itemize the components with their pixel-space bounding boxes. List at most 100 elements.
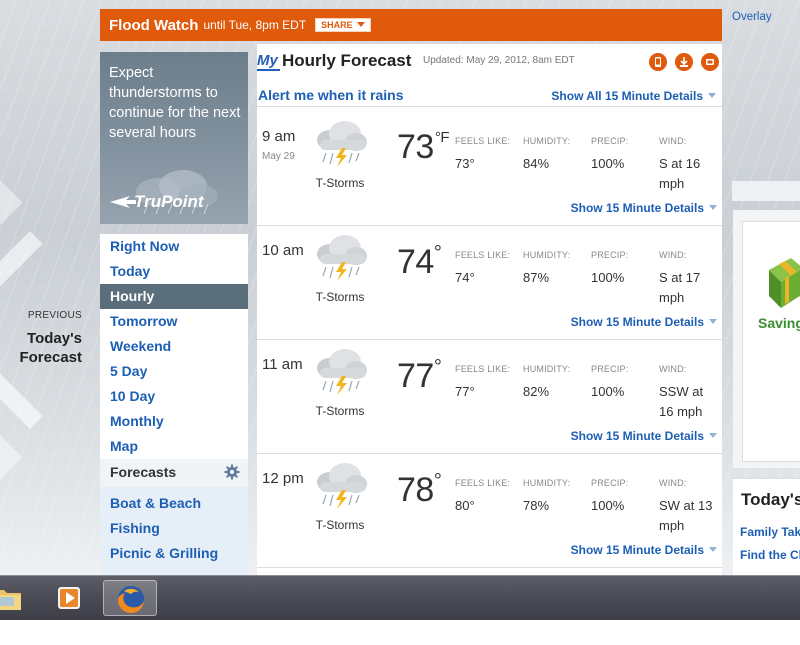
forecast-time: 10 am	[262, 242, 304, 259]
humidity-label: HUMIDITY:	[523, 250, 571, 260]
updated-timestamp: Updated: May 29, 2012, 8am EDT	[423, 55, 575, 66]
humidity-label: HUMIDITY:	[523, 478, 571, 488]
promo-text: Expect thunderstorms to continue for the…	[109, 65, 241, 141]
forecast-time: 12 pm	[262, 470, 304, 487]
wind-label: WIND:	[659, 478, 687, 488]
wind-column: WIND: S at 17 mph	[659, 250, 700, 308]
overlay-link[interactable]: Overlay	[732, 11, 772, 23]
taskbar-firefox-button[interactable]	[103, 580, 157, 616]
feels-like-value: 80°	[455, 496, 510, 516]
alert-me-when-rains-link[interactable]: Alert me when it rains	[258, 87, 403, 103]
advertisement[interactable]: Saving	[733, 210, 800, 468]
forecast-link-picnic-grilling[interactable]: Picnic & Grilling	[100, 541, 248, 566]
show-15-minute-details-link[interactable]: Show 15 Minute Details	[571, 429, 717, 443]
gear-icon[interactable]	[224, 464, 240, 480]
download-icon[interactable]	[675, 53, 693, 71]
feels-like-label: FEELS LIKE:	[455, 136, 511, 146]
show-details-label: Show 15 Minute Details	[570, 315, 704, 329]
humidity-value-line: 78%	[523, 498, 550, 513]
show-15-minute-details-link[interactable]: Show 15 Minute Details	[571, 315, 717, 329]
temperature-degree: °	[433, 356, 442, 378]
flood-watch-banner[interactable]: Flood Watch until Tue, 8pm EDT SHARE	[100, 9, 722, 41]
nav-item-10-day[interactable]: 10 Day	[100, 384, 248, 409]
panel-header: My Hourly Forecast Updated: May 29, 2012…	[257, 50, 722, 76]
mobile-icon[interactable]	[649, 53, 667, 71]
temperature-value: 73	[397, 128, 434, 166]
wind-value: SW at 13 mph	[659, 496, 712, 536]
todays-picks-panel: Today's Family Take Find the Ch	[733, 478, 800, 575]
nav-item-map[interactable]: Map	[100, 434, 248, 459]
nav-item-weekend[interactable]: Weekend	[100, 334, 248, 359]
print-icon[interactable]	[701, 53, 719, 71]
feels-like-column: FEELS LIKE: 73°	[455, 136, 510, 174]
humidity-column: HUMIDITY: 78%	[523, 478, 570, 516]
feels-like-value-line: 77°	[455, 384, 475, 399]
nav-item-right-now[interactable]: Right Now	[100, 234, 248, 259]
nav-item-tomorrow[interactable]: Tomorrow	[100, 309, 248, 334]
share-label: SHARE	[321, 20, 353, 30]
forecast-row: 9 am May 29 T-Storms 73°F FEELS LIKE: 73° HUMI…	[257, 112, 722, 226]
wind-value: SSW at 16 mph	[659, 382, 703, 422]
nav-item-5-day[interactable]: 5 Day	[100, 359, 248, 384]
show-details-label: Show 15 Minute Details	[570, 429, 704, 443]
precip-label: PRECIP:	[591, 136, 629, 146]
humidity-value-line: 84%	[523, 156, 550, 171]
trupoint-brand: TruPoint	[134, 192, 204, 211]
today-link-find[interactable]: Find the Ch	[740, 548, 800, 562]
thunderstorm-icon	[317, 235, 367, 281]
feels-like-value: 74°	[455, 268, 510, 288]
wind-label: WIND:	[659, 250, 687, 260]
left-nav: Right Now Today Hourly Tomorrow Weekend …	[100, 234, 248, 575]
temperature-value: 74	[397, 243, 434, 281]
precip-column: PRECIP: 100%	[591, 364, 628, 402]
precip-value-line: 100%	[591, 270, 625, 285]
forecast-condition: T-Storms	[315, 518, 365, 532]
nav-item-today[interactable]: Today	[100, 259, 248, 284]
share-button[interactable]: SHARE	[315, 18, 371, 32]
humidity-label: HUMIDITY:	[523, 136, 571, 146]
humidity-value: 84%	[523, 154, 570, 174]
download-glyph-icon	[680, 57, 688, 67]
feels-like-value-line: 74°	[455, 270, 475, 285]
show-15-minute-details-link[interactable]: Show 15 Minute Details	[571, 201, 717, 215]
humidity-value: 78%	[523, 496, 570, 516]
wind-label: WIND:	[659, 364, 687, 374]
wind-value-line: mph	[659, 176, 685, 191]
temperature-degree: °	[433, 470, 442, 492]
precip-label: PRECIP:	[591, 250, 629, 260]
chevron-down-icon	[709, 433, 717, 438]
chevron-down-icon	[709, 205, 717, 210]
precip-label: PRECIP:	[591, 364, 629, 374]
wind-value-line: mph	[659, 518, 685, 533]
precip-column: PRECIP: 100%	[591, 478, 628, 516]
taskbar-folder-button[interactable]	[0, 580, 40, 616]
show-all-15-minute-details-link[interactable]: Show All 15 Minute Details	[551, 89, 716, 103]
feels-like-label: FEELS LIKE:	[455, 364, 511, 374]
hourly-forecast-panel: My Hourly Forecast Updated: May 29, 2012…	[257, 44, 722, 575]
forecast-link-fishing[interactable]: Fishing	[100, 516, 248, 541]
feels-like-value-line: 80°	[455, 498, 475, 513]
nav-item-monthly[interactable]: Monthly	[100, 409, 248, 434]
forecast-condition: T-Storms	[315, 404, 365, 418]
wind-column: WIND: SSW at 16 mph	[659, 364, 703, 422]
humidity-value: 87%	[523, 268, 570, 288]
chevron-down-icon	[709, 547, 717, 552]
forecast-link-boat-beach[interactable]: Boat & Beach	[100, 491, 248, 516]
temperature-unit: °F	[434, 129, 450, 146]
wind-value-line: SW at 13	[659, 498, 713, 513]
previous-forecast-link[interactable]: PREVIOUS Today's Forecast	[8, 310, 82, 367]
show-details-label: Show 15 Minute Details	[570, 543, 704, 557]
forecast-row: 12 pm T-Storms 78° FEELS LIKE: 80° HUMIDITY: 7…	[257, 454, 722, 568]
taskbar-media-player-button[interactable]	[42, 580, 96, 616]
humidity-value-line: 87%	[523, 270, 550, 285]
show-15-minute-details-link[interactable]: Show 15 Minute Details	[571, 543, 717, 557]
trupoint-promo[interactable]: Expect thunderstorms to continue for the…	[100, 52, 248, 224]
wind-value-line: S at 17	[659, 270, 701, 285]
precip-value-line: 100%	[591, 384, 625, 399]
feels-like-value: 77°	[455, 382, 510, 402]
nav-item-hourly[interactable]: Hourly	[100, 284, 248, 309]
wind-value-line: SSW at	[659, 384, 704, 399]
wind-value-line: S at 16	[659, 156, 701, 171]
today-link-family[interactable]: Family Take	[740, 525, 800, 539]
thunderstorm-icon	[317, 349, 367, 395]
